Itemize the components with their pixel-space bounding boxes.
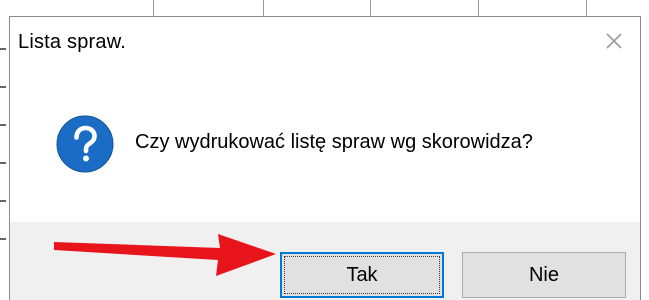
no-button[interactable]: Nie	[462, 252, 626, 298]
grid-tick	[0, 124, 6, 126]
close-icon[interactable]	[602, 29, 626, 53]
grid-tick	[0, 200, 6, 202]
yes-button[interactable]: Tak	[280, 252, 444, 298]
dialog-button-bar: Tak Nie	[10, 222, 640, 300]
dialog-message: Czy wydrukować listę spraw wg skorowidza…	[135, 131, 533, 153]
dialog-titlebar[interactable]: Lista spraw.	[10, 17, 640, 67]
message-dialog: Lista spraw. Czy wydrukować listę spraw …	[9, 16, 641, 300]
grid-tick	[0, 238, 6, 240]
screenshot-stage: Lista spraw. Czy wydrukować listę spraw …	[0, 0, 649, 300]
grid-tick	[0, 162, 6, 164]
dialog-title: Lista spraw.	[18, 31, 127, 53]
question-icon	[56, 115, 114, 173]
grid-tick	[0, 86, 6, 88]
yes-button-label: Tak	[346, 264, 378, 286]
dialog-content: Czy wydrukować listę spraw wg skorowidza…	[10, 67, 640, 222]
grid-tick	[0, 48, 6, 50]
no-button-label: Nie	[528, 264, 559, 286]
